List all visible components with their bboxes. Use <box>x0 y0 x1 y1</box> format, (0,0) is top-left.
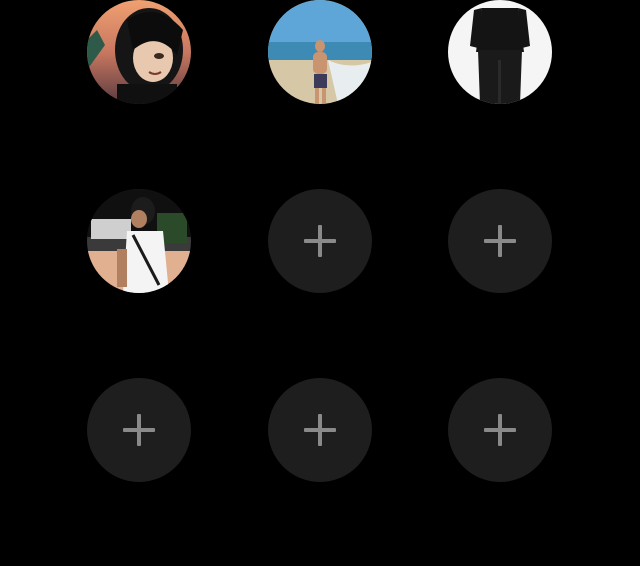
photo-slot-1[interactable] <box>87 0 191 104</box>
add-photo-slot-9[interactable] <box>448 378 552 482</box>
anime-character-photo <box>87 0 191 104</box>
photo-slot-3[interactable] <box>448 0 552 104</box>
plus-icon <box>484 225 516 257</box>
beach-person-photo <box>268 0 372 104</box>
black-outfit-photo <box>448 0 552 104</box>
plus-icon <box>123 414 155 446</box>
add-photo-slot-8[interactable] <box>268 378 372 482</box>
plus-icon <box>304 225 336 257</box>
photo-slot-2[interactable] <box>268 0 372 104</box>
add-photo-slot-5[interactable] <box>268 189 372 293</box>
plus-icon <box>484 414 516 446</box>
photo-slot-4[interactable] <box>87 189 191 293</box>
plus-icon <box>304 414 336 446</box>
profile-photo-grid <box>0 0 640 566</box>
white-tshirt-person-photo <box>87 189 191 293</box>
add-photo-slot-7[interactable] <box>87 378 191 482</box>
add-photo-slot-6[interactable] <box>448 189 552 293</box>
